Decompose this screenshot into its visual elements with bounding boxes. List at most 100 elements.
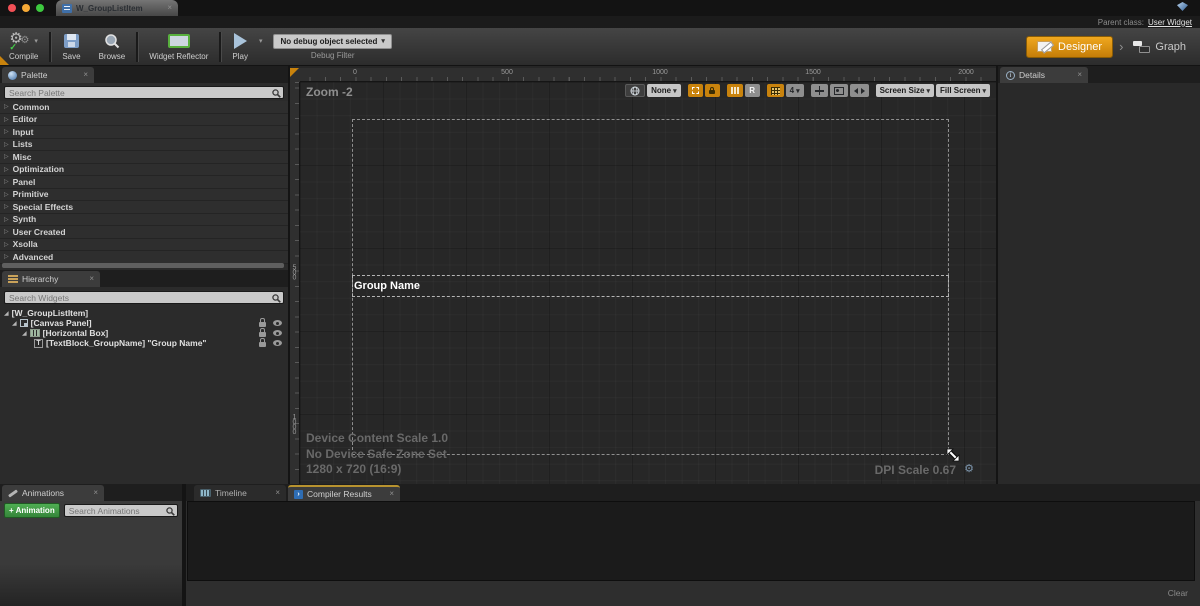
grid-snap-toggle-button[interactable]	[767, 84, 784, 97]
lock-icon[interactable]	[259, 332, 266, 337]
palette-category-optimization[interactable]: Optimization	[0, 164, 288, 177]
lock-widgets-button[interactable]	[705, 84, 720, 97]
clear-log-button[interactable]: Clear	[1168, 588, 1188, 598]
tab-timeline[interactable]: Timeline	[194, 485, 286, 501]
palette-category-synth[interactable]: Synth	[0, 214, 288, 227]
visibility-eye-icon[interactable]	[273, 330, 282, 336]
compiler-log-output[interactable]	[187, 501, 1195, 581]
collapse-arrow-icon[interactable]	[22, 330, 27, 337]
expand-arrow-icon[interactable]	[4, 216, 9, 223]
tab-compiler-results[interactable]: Compiler Results	[288, 485, 400, 501]
widget-reflector-button[interactable]: Widget Reflector	[140, 30, 217, 64]
palette-category-special-effects[interactable]: Special Effects	[0, 201, 288, 214]
minimize-window-button[interactable]	[22, 4, 30, 12]
design-canvas[interactable]: Zoom -2 None R	[300, 82, 998, 484]
palette-category-xsolla[interactable]: Xsolla	[0, 239, 288, 252]
transform-mode-button[interactable]	[811, 84, 828, 97]
graph-mode-button[interactable]: Graph	[1129, 37, 1190, 57]
browse-button[interactable]: Browse	[90, 30, 135, 64]
close-tab-icon[interactable]	[275, 489, 280, 497]
tab-palette[interactable]: Palette	[2, 67, 94, 83]
flow-direction-dropdown[interactable]: None	[647, 84, 681, 97]
close-tab-icon[interactable]	[89, 275, 94, 283]
search-icon	[272, 294, 281, 303]
hierarchy-row-textblock[interactable]: [TextBlock_GroupName] "Group Name"	[0, 338, 288, 348]
preview-background-button[interactable]	[830, 84, 848, 97]
r-toggle-button[interactable]: R	[745, 84, 760, 97]
respect-locks-button[interactable]	[727, 84, 743, 97]
hierarchy-row-horizontal-box[interactable]: [Horizontal Box]	[0, 328, 288, 338]
compile-options-chevron-icon[interactable]	[34, 37, 38, 45]
horizontal-box-outline[interactable]	[352, 275, 949, 297]
designer-mode-button[interactable]: Designer	[1026, 36, 1113, 58]
expand-arrow-icon[interactable]	[4, 153, 9, 160]
expand-arrow-icon[interactable]	[4, 191, 9, 198]
expand-arrow-icon[interactable]	[4, 141, 9, 148]
expand-arrow-icon[interactable]	[4, 128, 9, 135]
collapse-arrow-icon[interactable]	[12, 320, 17, 327]
maximize-window-button[interactable]	[36, 4, 44, 12]
lock-icon[interactable]	[259, 322, 266, 327]
palette-category-lists[interactable]: Lists	[0, 139, 288, 152]
chevron-down-icon	[982, 87, 986, 95]
localization-preview-button[interactable]	[625, 84, 645, 97]
expand-arrow-icon[interactable]	[4, 253, 9, 260]
tab-hierarchy[interactable]: Hierarchy	[2, 271, 100, 287]
palette-category-user-created[interactable]: User Created	[0, 226, 288, 239]
palette-category-primitive[interactable]: Primitive	[0, 189, 288, 202]
palette-category-misc[interactable]: Misc	[0, 151, 288, 164]
tab-details[interactable]: Details	[1000, 67, 1088, 83]
designer-icon	[1037, 41, 1052, 52]
expand-arrow-icon[interactable]	[4, 203, 9, 210]
palette-category-editor[interactable]: Editor	[0, 114, 288, 127]
close-window-button[interactable]	[8, 4, 16, 12]
palette-icon	[8, 71, 17, 80]
dpi-settings-gear-icon[interactable]	[964, 463, 974, 475]
debug-object-dropdown[interactable]: No debug object selected	[273, 34, 391, 49]
expand-arrow-icon[interactable]	[4, 166, 9, 173]
expand-arrow-icon[interactable]	[4, 178, 9, 185]
grid-size-dropdown[interactable]: 4	[786, 84, 804, 97]
close-tab-icon[interactable]	[83, 71, 88, 79]
palette-category-panel[interactable]: Panel	[0, 176, 288, 189]
hierarchy-search-input[interactable]	[5, 292, 283, 303]
palette-category-input[interactable]: Input	[0, 126, 288, 139]
palette-search-input[interactable]	[5, 87, 283, 98]
tab-animations[interactable]: Animations	[2, 485, 104, 501]
play-button[interactable]: Play	[223, 30, 257, 64]
hierarchy-row-root[interactable]: [W_GroupListItem]	[0, 308, 288, 318]
asset-tab[interactable]: W_GroupListItem	[56, 0, 178, 16]
expand-arrow-icon[interactable]	[4, 116, 9, 123]
lock-icon[interactable]	[259, 342, 266, 347]
visibility-eye-icon[interactable]	[273, 340, 282, 346]
outline-toggle-button[interactable]	[688, 84, 703, 97]
group-name-textblock[interactable]: Group Name	[354, 280, 420, 292]
palette-category-common[interactable]: Common	[0, 101, 288, 114]
fill-screen-dropdown[interactable]: Fill Screen	[936, 84, 990, 97]
chevron-down-icon	[259, 37, 263, 45]
visibility-eye-icon[interactable]	[273, 320, 282, 326]
animations-search-input[interactable]	[65, 505, 177, 516]
diamond-icon[interactable]	[1177, 2, 1188, 11]
mirror-preview-button[interactable]	[850, 84, 869, 97]
animations-tab-bar: Animations	[0, 484, 182, 501]
hierarchy-row-canvas-panel[interactable]: [Canvas Panel]	[0, 318, 288, 328]
toolbar-separator	[136, 32, 138, 62]
play-options-chevron[interactable]: .	[257, 30, 265, 64]
debug-filter-group: No debug object selected Debug Filter	[264, 30, 400, 64]
add-animation-button[interactable]: + Animation	[4, 503, 60, 518]
expand-arrow-icon[interactable]	[4, 228, 9, 235]
compile-button[interactable]: Compile	[0, 30, 47, 64]
close-tab-icon[interactable]	[1077, 71, 1082, 79]
close-tab-icon[interactable]	[167, 4, 172, 12]
parent-class-value[interactable]: User Widget	[1148, 18, 1192, 27]
save-button[interactable]: Save	[53, 30, 89, 64]
expand-arrow-icon[interactable]	[4, 241, 9, 248]
expand-arrow-icon[interactable]	[4, 103, 9, 110]
screen-size-dropdown[interactable]: Screen Size	[876, 84, 934, 97]
close-tab-icon[interactable]	[93, 489, 98, 497]
palette-category-advanced[interactable]: Advanced	[0, 251, 288, 264]
close-tab-icon[interactable]	[389, 490, 394, 498]
collapse-arrow-icon[interactable]	[4, 310, 9, 317]
palette-scrollbar[interactable]	[2, 263, 284, 268]
